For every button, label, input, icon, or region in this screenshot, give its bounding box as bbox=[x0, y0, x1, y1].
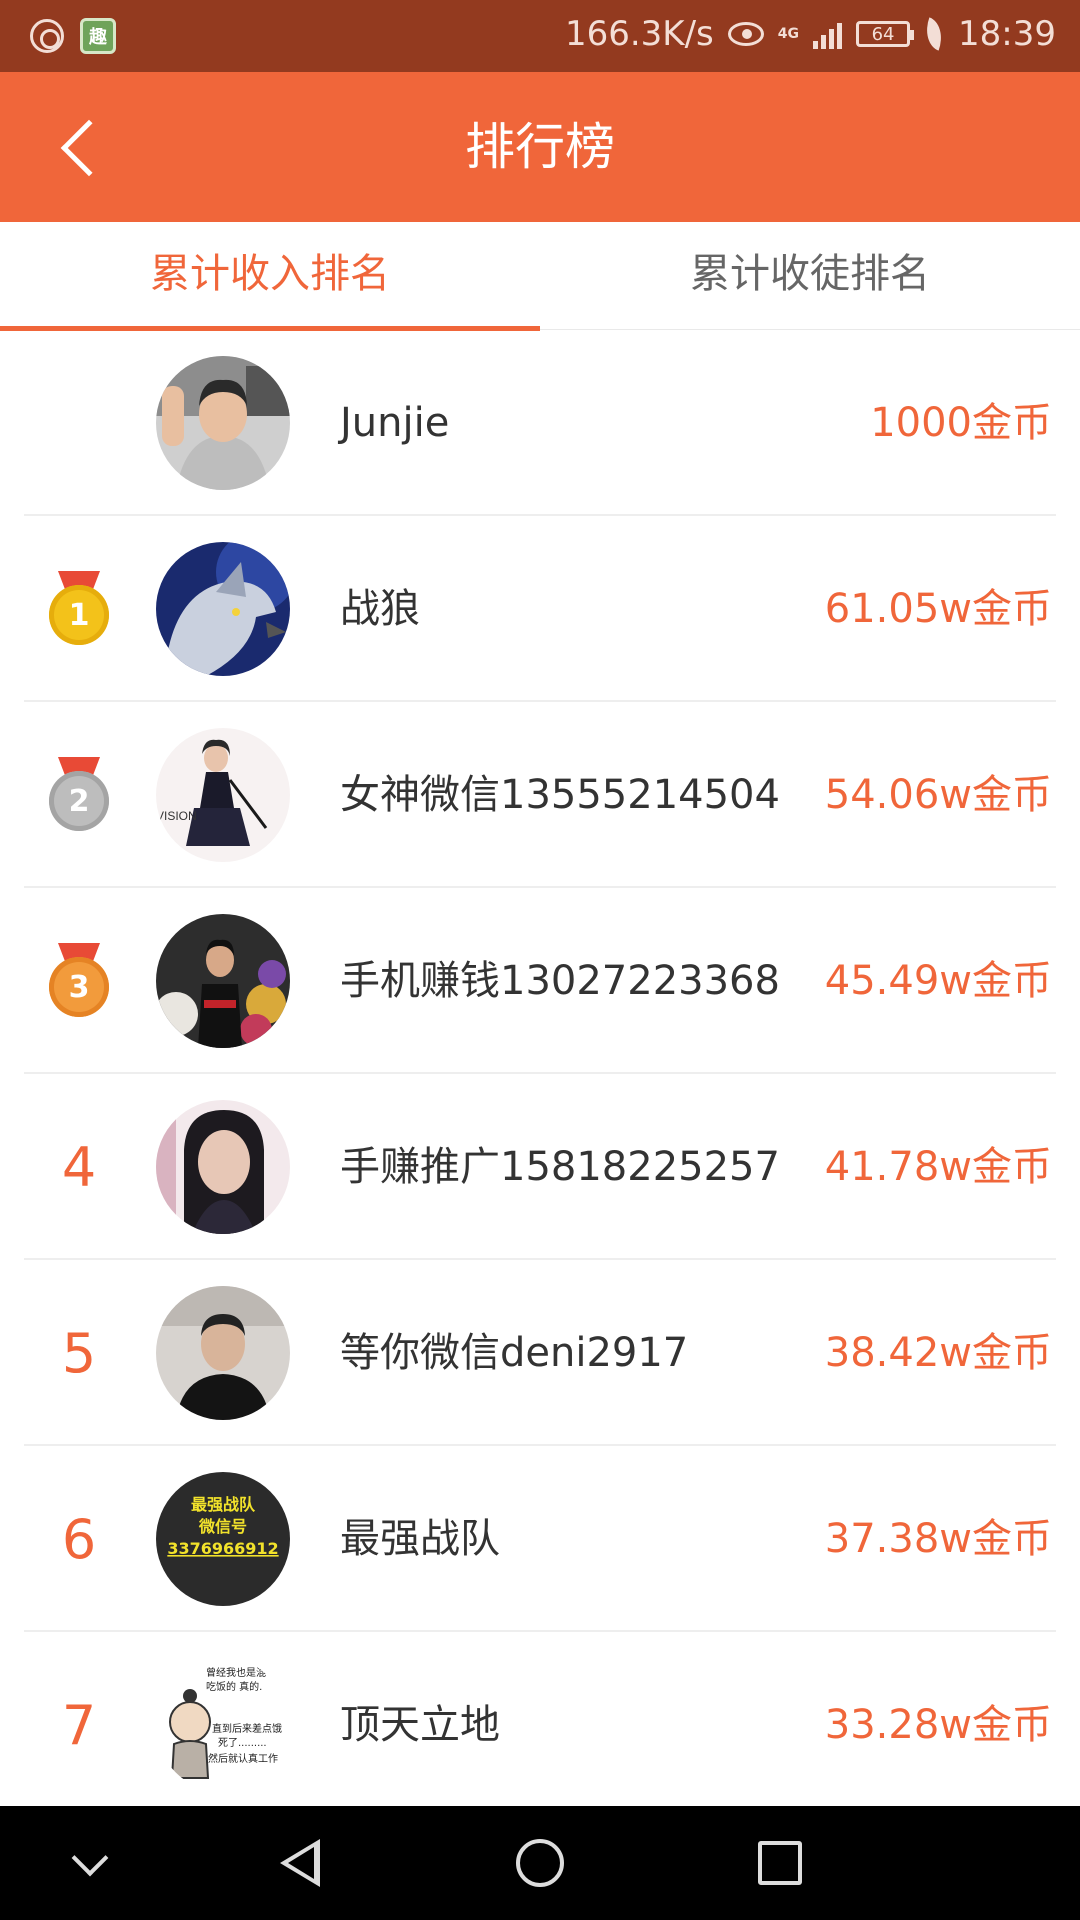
coin-amount: 54.06w金币 bbox=[824, 772, 1052, 818]
rank-badge: 1 bbox=[24, 516, 134, 702]
list-item[interactable]: 4 手赚推广15818225257 41.78w金币 bbox=[24, 1074, 1056, 1260]
rank-number: 4 bbox=[61, 1135, 97, 1199]
svg-text:VISION: VISION bbox=[156, 809, 197, 823]
triangle-back-icon bbox=[280, 1839, 320, 1887]
svg-text:曾经我也是混: 曾经我也是混 bbox=[206, 1666, 266, 1679]
avatar: VISION bbox=[156, 728, 290, 862]
signal-icon bbox=[813, 19, 843, 49]
qutoutiao-app-icon: 趣 bbox=[80, 18, 116, 54]
user-name: Junjie bbox=[340, 400, 450, 446]
user-name: 手机赚钱13027223368 bbox=[340, 958, 780, 1004]
page-title: 排行榜 bbox=[465, 118, 615, 176]
notification-app-icon bbox=[30, 19, 64, 53]
tab-apprentice-ranking[interactable]: 累计收徒排名 bbox=[540, 222, 1080, 329]
svg-text:吃饭的 真的.: 吃饭的 真的. bbox=[206, 1680, 262, 1693]
list-item[interactable]: Junjie 1000金币 bbox=[24, 330, 1056, 516]
coin-amount: 38.42w金币 bbox=[824, 1330, 1052, 1376]
silver-medal-icon: 2 bbox=[48, 757, 110, 833]
rank-number bbox=[24, 330, 134, 516]
gold-medal-icon: 1 bbox=[48, 571, 110, 647]
coin-amount: 45.49w金币 bbox=[824, 958, 1052, 1004]
user-name: 战狼 bbox=[340, 586, 420, 632]
rank-badge: 3 bbox=[24, 888, 134, 1074]
coin-amount: 41.78w金币 bbox=[824, 1144, 1052, 1190]
avatar bbox=[156, 356, 290, 490]
network-type: 4G bbox=[777, 26, 800, 42]
svg-text:直到后来差点饿: 直到后来差点饿 bbox=[212, 1722, 282, 1735]
clock: 18:39 bbox=[958, 14, 1056, 54]
square-recents-icon bbox=[758, 1841, 802, 1885]
status-bar: 趣 166.3K/s 4G 64 18:39 bbox=[0, 0, 1080, 72]
avatar: 曾经我也是混 吃饭的 真的. 直到后来差点饿 死了......... 然后就认真… bbox=[156, 1658, 290, 1792]
avatar: 最强战队 微信号 3376966912 bbox=[156, 1472, 290, 1606]
chevron-left-icon bbox=[60, 119, 118, 177]
avatar bbox=[156, 1100, 290, 1234]
rank-number: 5 bbox=[61, 1321, 97, 1385]
svg-text:3376966912: 3376966912 bbox=[167, 1539, 278, 1558]
circle-home-icon bbox=[516, 1839, 564, 1887]
user-name: 顶天立地 bbox=[340, 1702, 500, 1748]
svg-text:最强战队: 最强战队 bbox=[191, 1495, 256, 1514]
hide-nav-button[interactable] bbox=[30, 1806, 150, 1920]
avatar bbox=[156, 914, 290, 1048]
user-name: 手赚推广15818225257 bbox=[340, 1144, 780, 1190]
leaf-icon bbox=[919, 17, 949, 51]
coin-amount: 37.38w金币 bbox=[824, 1516, 1052, 1562]
ranking-tabs: 累计收入排名 累计收徒排名 bbox=[0, 222, 1080, 331]
back-button[interactable] bbox=[40, 108, 120, 188]
rank-badge: 2 bbox=[24, 702, 134, 888]
system-nav-bar bbox=[0, 1806, 1080, 1920]
avatar bbox=[156, 542, 290, 676]
coin-amount: 61.05w金币 bbox=[824, 586, 1052, 632]
avatar bbox=[156, 1286, 290, 1420]
list-item[interactable]: 7 曾经我也是混 吃饭的 真的. 直到后来差点饿 死了......... 然后就… bbox=[24, 1632, 1056, 1818]
nav-home-button[interactable] bbox=[480, 1806, 600, 1920]
app-header: 排行榜 bbox=[0, 72, 1080, 222]
nav-back-button[interactable] bbox=[240, 1806, 360, 1920]
list-item[interactable]: 3 手机赚钱13027223368 45.49w金币 bbox=[24, 888, 1056, 1074]
user-name: 最强战队 bbox=[340, 1516, 500, 1562]
rank-number: 6 bbox=[61, 1507, 97, 1571]
user-name: 等你微信deni2917 bbox=[340, 1330, 689, 1376]
svg-text:微信号: 微信号 bbox=[198, 1517, 247, 1536]
list-item[interactable]: 6 最强战队 微信号 3376966912 最强战队 37.38w金币 bbox=[24, 1446, 1056, 1632]
coin-amount: 1000金币 bbox=[870, 400, 1052, 446]
list-item[interactable]: 1 战狼 61.05w金币 bbox=[24, 516, 1056, 702]
tab-income-ranking[interactable]: 累计收入排名 bbox=[0, 222, 540, 331]
list-item[interactable]: 2 VISION 女神微信13555214504 54.06w金币 bbox=[24, 702, 1056, 888]
battery-level: 64 bbox=[871, 23, 895, 45]
svg-text:死了.........: 死了......... bbox=[218, 1737, 267, 1749]
eye-comfort-icon bbox=[727, 22, 764, 46]
nav-recents-button[interactable] bbox=[720, 1806, 840, 1920]
svg-text:然后就认真工作: 然后就认真工作 bbox=[208, 1752, 278, 1765]
rank-number: 7 bbox=[61, 1693, 97, 1757]
bronze-medal-icon: 3 bbox=[48, 943, 110, 1019]
ranking-list: Junjie 1000金币 1 战狼 61.05w金币 2 VISION 女神微… bbox=[0, 330, 1080, 1818]
chevron-down-icon bbox=[71, 1839, 109, 1877]
battery-icon: 64 bbox=[856, 21, 915, 47]
coin-amount: 33.28w金币 bbox=[824, 1702, 1052, 1748]
network-speed: 166.3K/s bbox=[564, 14, 714, 54]
list-item[interactable]: 5 等你微信deni2917 38.42w金币 bbox=[24, 1260, 1056, 1446]
user-name: 女神微信13555214504 bbox=[340, 772, 780, 818]
